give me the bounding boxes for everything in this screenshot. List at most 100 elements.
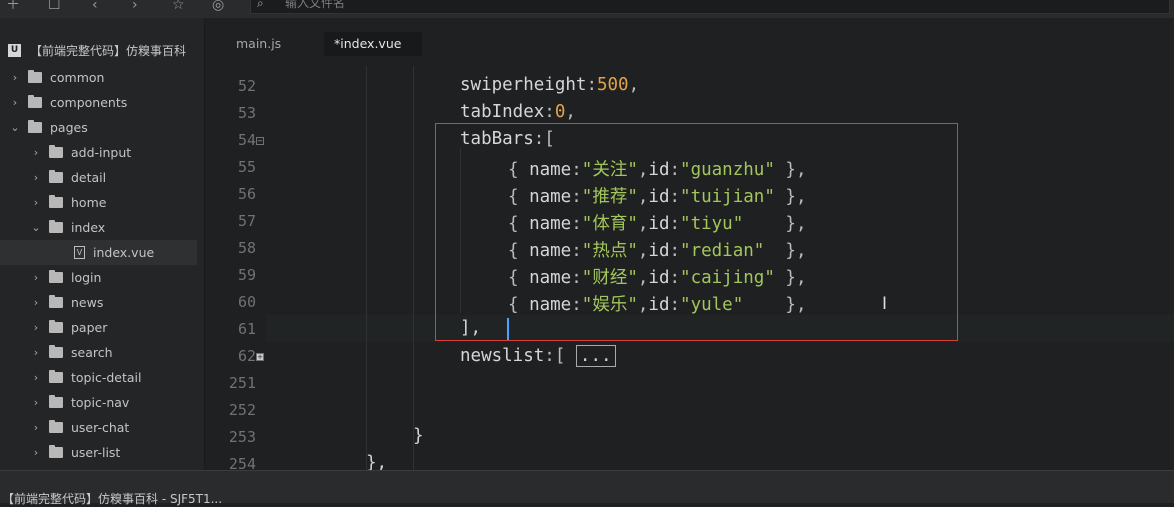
tree-item-news[interactable]: › news [0, 290, 197, 315]
tree-item-add-input[interactable]: › add-input [0, 140, 197, 165]
chevron-right-icon[interactable]: › [31, 396, 41, 409]
tree-item-label: topic-nav [71, 395, 130, 410]
square-icon[interactable]: ☐ [48, 0, 61, 12]
tree-item-label: add-input [71, 145, 132, 160]
tree-item-label: topic-detail [71, 370, 142, 385]
tree-item-search[interactable]: › search [0, 340, 197, 365]
tree-item-label: index.vue [93, 245, 155, 260]
folder-icon [49, 395, 63, 408]
project-root[interactable]: U 【前端完整代码】仿糗事百科 [8, 42, 186, 59]
line-number: 252 [228, 401, 256, 419]
tree-item-label: user-list [71, 445, 121, 460]
folder-icon [49, 445, 63, 458]
back-icon[interactable]: ‹ [92, 0, 98, 12]
editor-tabs: main.js *index.vue [206, 32, 1174, 58]
line-number: 57 [237, 212, 256, 230]
search-input[interactable]: ⌕ 输入文件名 [250, 0, 1170, 14]
code-key: swiperheight [460, 75, 587, 95]
code-line-53: tabIndex:0, [460, 102, 576, 122]
folder-icon [49, 420, 63, 433]
tree-item-label: components [50, 95, 128, 110]
project-name: 【前端完整代码】仿糗事百科 [30, 44, 187, 58]
line-number: 55 [237, 158, 256, 176]
tree-item-topic-detail[interactable]: › topic-detail [0, 365, 197, 390]
tree-item-pages[interactable]: ⌄ pages [0, 115, 197, 140]
tree-item-index[interactable]: ⌄ index [0, 215, 197, 240]
chevron-right-icon[interactable]: › [31, 371, 41, 384]
chevron-right-icon[interactable]: › [31, 321, 41, 334]
line-number: 56 [237, 185, 256, 203]
code-line-253: } [413, 426, 424, 446]
mouse-ibeam-icon: I [882, 294, 888, 314]
status-bar: 【前端完整代码】仿糗事百科 - SJF5T1... [0, 470, 1174, 506]
chevron-down-icon[interactable]: ⌄ [10, 121, 20, 134]
vue-file-icon: V [74, 246, 85, 259]
line-number: 53 [237, 104, 256, 122]
chevron-right-icon[interactable]: › [31, 296, 41, 309]
run-icon[interactable]: ◎ [212, 0, 224, 12]
file-explorer: U 【前端完整代码】仿糗事百科 › common › components ⌄ … [0, 18, 205, 470]
new-file-icon[interactable]: ＋ [6, 0, 20, 12]
tree-item-detail[interactable]: › detail [0, 165, 197, 190]
indent-guide [413, 66, 414, 470]
collapsed-region[interactable]: ... [575, 345, 616, 367]
forward-icon[interactable]: › [132, 0, 138, 12]
chevron-right-icon[interactable]: › [31, 146, 41, 159]
tree-item-paper[interactable]: › paper [0, 315, 197, 340]
folder-icon [49, 145, 63, 158]
search-icon: ⌕ [257, 0, 264, 10]
line-number: 54 [237, 131, 256, 149]
tree-item-user-chat[interactable]: › user-chat [0, 415, 197, 440]
folder-icon [49, 195, 63, 208]
code-editor[interactable]: main.js *index.vue 52 53 54 − 55 56 57 5… [206, 18, 1174, 473]
tree-item-home[interactable]: › home [0, 190, 197, 215]
folder-icon [49, 295, 63, 308]
folder-icon [28, 70, 42, 83]
tree-item-label: pages [50, 120, 88, 135]
folder-icon [49, 370, 63, 383]
fold-collapse-icon[interactable]: − [256, 137, 264, 145]
code-key: tabIndex [460, 102, 545, 122]
tree-item-common[interactable]: › common [0, 65, 197, 90]
tree-item-login[interactable]: › login [0, 265, 197, 290]
line-number: 60 [237, 293, 256, 311]
folder-open-icon [28, 120, 42, 133]
chevron-right-icon[interactable]: › [31, 271, 41, 284]
toolbar: ＋ ☐ ‹ › ☆ ◎ ⌕ 输入文件名 [0, 0, 1174, 18]
chevron-right-icon[interactable]: › [31, 446, 41, 459]
code-number: 500 [596, 75, 629, 95]
tree-item-label: user-chat [71, 420, 130, 435]
tree-item-label: login [71, 270, 102, 285]
tree-item-label: index [71, 220, 106, 235]
folder-icon [28, 95, 42, 108]
chevron-right-icon[interactable]: › [31, 421, 41, 434]
project-logo-icon: U [8, 44, 21, 57]
tab-index-vue[interactable]: *index.vue [324, 32, 422, 56]
tree-item-topic-nav[interactable]: › topic-nav [0, 390, 197, 415]
window-title: 【前端完整代码】仿糗事百科 - SJF5T1... [2, 492, 223, 506]
line-number: 52 [237, 77, 256, 95]
chevron-right-icon[interactable]: › [31, 196, 41, 209]
star-icon[interactable]: ☆ [172, 0, 185, 12]
search-placeholder: 输入文件名 [285, 0, 346, 10]
tree-item-components[interactable]: › components [0, 90, 197, 115]
folder-icon [49, 345, 63, 358]
line-number: 251 [228, 374, 256, 392]
tree-item-user-list[interactable]: › user-list [0, 440, 197, 465]
chevron-right-icon[interactable]: › [31, 346, 41, 359]
code-number: 0 [554, 102, 566, 122]
tree-item-label: news [71, 295, 104, 310]
code-line-52: swiperheight:500, [460, 75, 640, 95]
chevron-right-icon[interactable]: › [31, 171, 41, 184]
folder-icon [49, 320, 63, 333]
line-number: 62 [237, 347, 256, 365]
tree-item-label: search [71, 345, 113, 360]
folder-open-icon [49, 220, 63, 233]
chevron-down-icon[interactable]: ⌄ [31, 221, 41, 234]
tab-main-js[interactable]: main.js [226, 32, 291, 56]
tree-item-index-vue[interactable]: V index.vue [0, 240, 197, 265]
chevron-right-icon[interactable]: › [10, 96, 20, 109]
tree-item-label: common [50, 70, 105, 85]
fold-expand-icon[interactable]: + [256, 353, 264, 361]
chevron-right-icon[interactable]: › [10, 71, 20, 84]
